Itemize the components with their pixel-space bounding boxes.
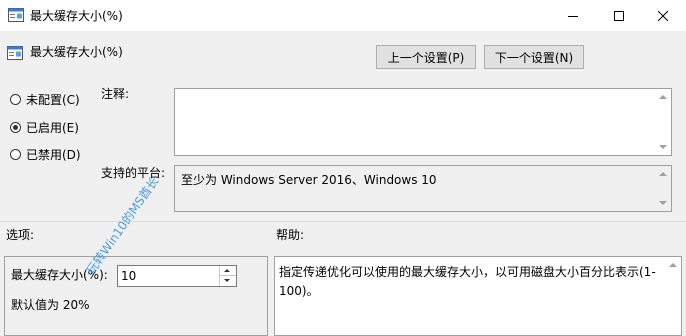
close-icon [658,10,668,21]
comment-label: 注释: [101,87,130,101]
scroll-up-icon[interactable] [659,172,667,176]
close-button[interactable] [640,0,686,31]
options-pane: 最大缓存大小(%): 10 默认值为 20% [4,256,268,336]
chevron-up-icon [224,269,230,272]
scroll-up-icon[interactable] [669,263,677,267]
max-cache-size-value[interactable]: 10 [121,268,136,284]
options-heading: 选项: [6,228,35,242]
radio-circle[interactable] [10,93,21,105]
scroll-down-icon[interactable] [659,145,667,149]
help-text: 指定传递优化可以使用的最大缓存大小，以可用磁盘大小百分比表示(1-100)。 [279,265,656,298]
platform-scrollbar[interactable] [655,166,671,211]
radio-label: 已启用(E) [26,120,79,135]
minimize-button[interactable] [550,0,596,31]
scroll-up-icon[interactable] [659,95,667,99]
minimize-icon [568,15,578,17]
help-scrollbar[interactable] [665,257,681,335]
radio-not-configured[interactable]: 未配置(C) [10,91,80,107]
platform-value: 至少为 Windows Server 2016、Windows 10 [181,173,437,187]
default-value-text: 默认值为 20% [11,298,90,312]
window-title: 最大缓存大小(%) [30,9,123,23]
section-divider [0,221,686,222]
platform-field: 至少为 Windows Server 2016、Windows 10 [174,165,672,212]
maximize-button[interactable] [596,0,642,31]
max-cache-size-stepper[interactable]: 10 [117,265,237,287]
maximize-icon [614,10,624,21]
chevron-down-icon [224,279,230,282]
next-setting-button[interactable]: 下一个设置(N) [484,45,584,69]
radio-label: 未配置(C) [26,92,80,107]
policy-name: 最大缓存大小(%) [30,45,123,59]
help-pane: 指定传递优化可以使用的最大缓存大小，以可用磁盘大小百分比表示(1-100)。 [274,256,682,336]
comment-textarea[interactable] [174,88,672,156]
radio-label: 已禁用(D) [26,147,81,162]
radio-circle-selected[interactable] [10,121,21,133]
previous-setting-button[interactable]: 上一个设置(P) [376,45,476,69]
radio-disabled[interactable]: 已禁用(D) [10,146,81,162]
radio-enabled[interactable]: 已启用(E) [10,119,79,135]
policy-settings-icon [8,8,24,22]
comment-scrollbar[interactable] [655,89,671,155]
radio-circle[interactable] [10,148,21,160]
policy-settings-icon [7,46,23,60]
scroll-down-icon[interactable] [659,201,667,205]
help-heading: 帮助: [276,228,305,242]
stepper-down-button[interactable] [219,275,236,286]
title-bar[interactable]: 最大缓存大小(%) [0,0,686,31]
